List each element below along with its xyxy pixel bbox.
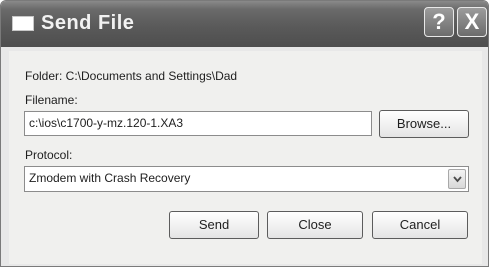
protocol-selected-value: Zmodem with Crash Recovery <box>29 171 191 185</box>
close-window-button[interactable]: X <box>457 7 487 37</box>
window-title: Send File <box>41 12 135 34</box>
cancel-button[interactable]: Cancel <box>372 211 468 239</box>
help-icon: ? <box>432 9 446 34</box>
browse-button[interactable]: Browse... <box>379 110 469 138</box>
chevron-down-icon[interactable] <box>448 169 466 189</box>
filename-input[interactable]: c:\ios\c1700-y-mz.120-1.XA3 <box>24 111 372 136</box>
window-icon <box>12 16 34 31</box>
title-bar[interactable]: Send File ? X <box>1 1 488 47</box>
folder-path-label: Folder: C:\Documents and Settings\Dad <box>25 69 238 83</box>
dialog-body: Folder: C:\Documents and Settings\Dad Fi… <box>9 51 482 264</box>
protocol-select[interactable]: Zmodem with Crash Recovery <box>24 166 469 192</box>
send-file-dialog: Send File ? X Folder: C:\Documents and S… <box>0 0 489 267</box>
help-button[interactable]: ? <box>424 7 454 37</box>
filename-label: Filename: <box>25 93 78 107</box>
close-icon: X <box>464 9 480 34</box>
protocol-label: Protocol: <box>25 148 73 162</box>
close-button[interactable]: Close <box>267 211 363 239</box>
send-button[interactable]: Send <box>169 211 259 239</box>
